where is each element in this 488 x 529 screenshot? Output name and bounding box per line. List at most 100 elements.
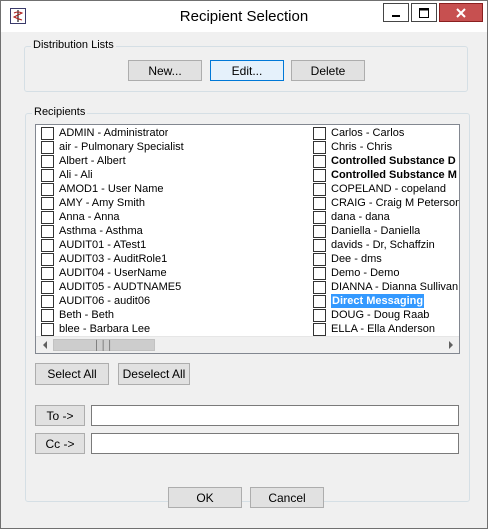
- horizontal-scrollbar[interactable]: │││: [36, 336, 459, 353]
- recipient-label: Beth - Beth: [59, 309, 115, 321]
- recipient-row[interactable]: AMY - Amy Smith: [41, 196, 306, 210]
- recipient-row[interactable]: air - Pulmonary Specialist: [41, 140, 306, 154]
- recipient-checkbox[interactable]: [41, 196, 54, 210]
- scroll-right-icon[interactable]: [442, 337, 459, 353]
- recipient-checkbox[interactable]: [313, 238, 326, 252]
- cc-button[interactable]: Cc ->: [35, 433, 85, 454]
- recipient-label: Ali - Ali: [59, 169, 93, 181]
- recipient-label: dana - dana: [331, 211, 390, 223]
- recipient-checkbox[interactable]: [41, 224, 54, 238]
- recipient-checkbox[interactable]: [41, 126, 54, 140]
- recipient-label: ELLA - Ella Anderson: [331, 323, 435, 335]
- recipient-row[interactable]: AMOD1 - User Name: [41, 182, 306, 196]
- recipient-checkbox[interactable]: [313, 308, 326, 322]
- recipient-checkbox[interactable]: [313, 210, 326, 224]
- distribution-lists-label: Distribution Lists: [31, 39, 116, 51]
- recipient-row[interactable]: AUDIT03 - AuditRole1: [41, 252, 306, 266]
- recipient-row[interactable]: blee - Barbara Lee: [41, 322, 306, 336]
- recipient-label: Controlled Substance M: [331, 169, 457, 181]
- recipient-row[interactable]: Direct Messaging: [313, 294, 459, 308]
- recipient-row[interactable]: Beth - Beth: [41, 308, 306, 322]
- recipient-checkbox[interactable]: [41, 280, 54, 294]
- recipient-row[interactable]: Carlos - Carlos: [313, 126, 459, 140]
- delete-list-button[interactable]: Delete: [291, 60, 365, 81]
- recipient-row[interactable]: Controlled Substance D: [313, 154, 459, 168]
- select-all-button[interactable]: Select All: [35, 363, 109, 385]
- recipient-row[interactable]: ADMIN - Administrator: [41, 126, 306, 140]
- deselect-all-button[interactable]: Deselect All: [118, 363, 190, 385]
- recipient-label: davids - Dr, Schaffzin: [331, 239, 435, 251]
- to-button[interactable]: To ->: [35, 405, 85, 426]
- recipient-row[interactable]: ELLA - Ella Anderson: [313, 322, 459, 336]
- recipient-row[interactable]: Asthma - Asthma: [41, 224, 306, 238]
- recipient-checkbox[interactable]: [41, 154, 54, 168]
- recipient-checkbox[interactable]: [41, 322, 54, 336]
- recipient-checkbox[interactable]: [41, 252, 54, 266]
- scrollbar-thumb[interactable]: │││: [53, 339, 155, 351]
- cancel-button[interactable]: Cancel: [250, 487, 324, 508]
- recipient-checkbox[interactable]: [41, 294, 54, 308]
- edit-list-button[interactable]: Edit...: [210, 60, 284, 81]
- recipient-label: DOUG - Doug Raab: [331, 309, 430, 321]
- scroll-left-icon[interactable]: [36, 337, 53, 353]
- recipient-checkbox[interactable]: [313, 154, 326, 168]
- recipient-checkbox[interactable]: [313, 168, 326, 182]
- recipient-row[interactable]: AUDIT01 - ATest1: [41, 238, 306, 252]
- recipient-row[interactable]: Ali - Ali: [41, 168, 306, 182]
- recipient-checkbox[interactable]: [41, 238, 54, 252]
- recipient-row[interactable]: Anna - Anna: [41, 210, 306, 224]
- recipient-row[interactable]: Controlled Substance M: [313, 168, 459, 182]
- recipient-label: Demo - Demo: [331, 267, 400, 279]
- minimize-button[interactable]: [383, 3, 409, 22]
- recipient-row[interactable]: davids - Dr, Schaffzin: [313, 238, 459, 252]
- recipient-checkbox[interactable]: [41, 210, 54, 224]
- recipient-checkbox[interactable]: [41, 140, 54, 154]
- recipient-row[interactable]: Dee - dms: [313, 252, 459, 266]
- recipient-label: AUDIT01 - ATest1: [59, 239, 147, 251]
- recipient-row[interactable]: CRAIG - Craig M Peterson: [313, 196, 459, 210]
- ok-button[interactable]: OK: [168, 487, 242, 508]
- recipient-row[interactable]: AUDIT05 - AUDTNAME5: [41, 280, 306, 294]
- minimize-icon: [392, 14, 400, 17]
- recipient-checkbox[interactable]: [313, 126, 326, 140]
- recipient-row[interactable]: Albert - Albert: [41, 154, 306, 168]
- recipient-row[interactable]: AUDIT04 - UserName: [41, 266, 306, 280]
- recipient-checkbox[interactable]: [313, 294, 326, 308]
- recipient-label: Chris - Chris: [331, 141, 393, 153]
- recipient-label: AUDIT03 - AuditRole1: [59, 253, 168, 265]
- recipient-row[interactable]: DOUG - Doug Raab: [313, 308, 459, 322]
- new-list-button[interactable]: New...: [128, 60, 202, 81]
- recipient-checkbox[interactable]: [313, 322, 326, 336]
- recipient-checkbox[interactable]: [313, 182, 326, 196]
- recipient-row[interactable]: Chris - Chris: [313, 140, 459, 154]
- recipient-checkbox[interactable]: [313, 196, 326, 210]
- recipient-checkbox[interactable]: [313, 224, 326, 238]
- recipient-row[interactable]: Demo - Demo: [313, 266, 459, 280]
- recipient-label: Controlled Substance D: [331, 155, 456, 167]
- to-field[interactable]: [91, 405, 459, 426]
- recipient-row[interactable]: COPELAND - copeland: [313, 182, 459, 196]
- recipient-row[interactable]: AUDIT06 - audit06: [41, 294, 306, 308]
- close-button[interactable]: [439, 3, 483, 22]
- cc-field[interactable]: [91, 433, 459, 454]
- recipient-row[interactable]: Daniella - Daniella: [313, 224, 459, 238]
- recipient-checkbox[interactable]: [41, 308, 54, 322]
- recipient-checkbox[interactable]: [313, 140, 326, 154]
- recipient-label: Carlos - Carlos: [331, 127, 405, 139]
- recipients-column-right: Carlos - Carlos Chris - Chris Controlled S…: [313, 126, 459, 336]
- recipient-label: air - Pulmonary Specialist: [59, 141, 184, 153]
- recipient-checkbox[interactable]: [41, 182, 54, 196]
- recipient-row[interactable]: DIANNA - Dianna Sullivan: [313, 280, 459, 294]
- title-bar: Recipient Selection: [1, 1, 487, 32]
- recipient-checkbox[interactable]: [41, 168, 54, 182]
- recipient-row[interactable]: dana - dana: [313, 210, 459, 224]
- recipient-label: blee - Barbara Lee: [59, 323, 151, 335]
- recipient-checkbox[interactable]: [313, 252, 326, 266]
- dialog-body: Distribution Lists New... Edit... Delete…: [8, 32, 480, 522]
- recipient-checkbox[interactable]: [313, 280, 326, 294]
- recipients-list[interactable]: ADMIN - Administrator air - Pulmonary Spe…: [35, 124, 460, 354]
- recipient-checkbox[interactable]: [313, 266, 326, 280]
- maximize-button[interactable]: [411, 3, 437, 22]
- recipient-checkbox[interactable]: [41, 266, 54, 280]
- grip-icon: │││: [94, 340, 114, 350]
